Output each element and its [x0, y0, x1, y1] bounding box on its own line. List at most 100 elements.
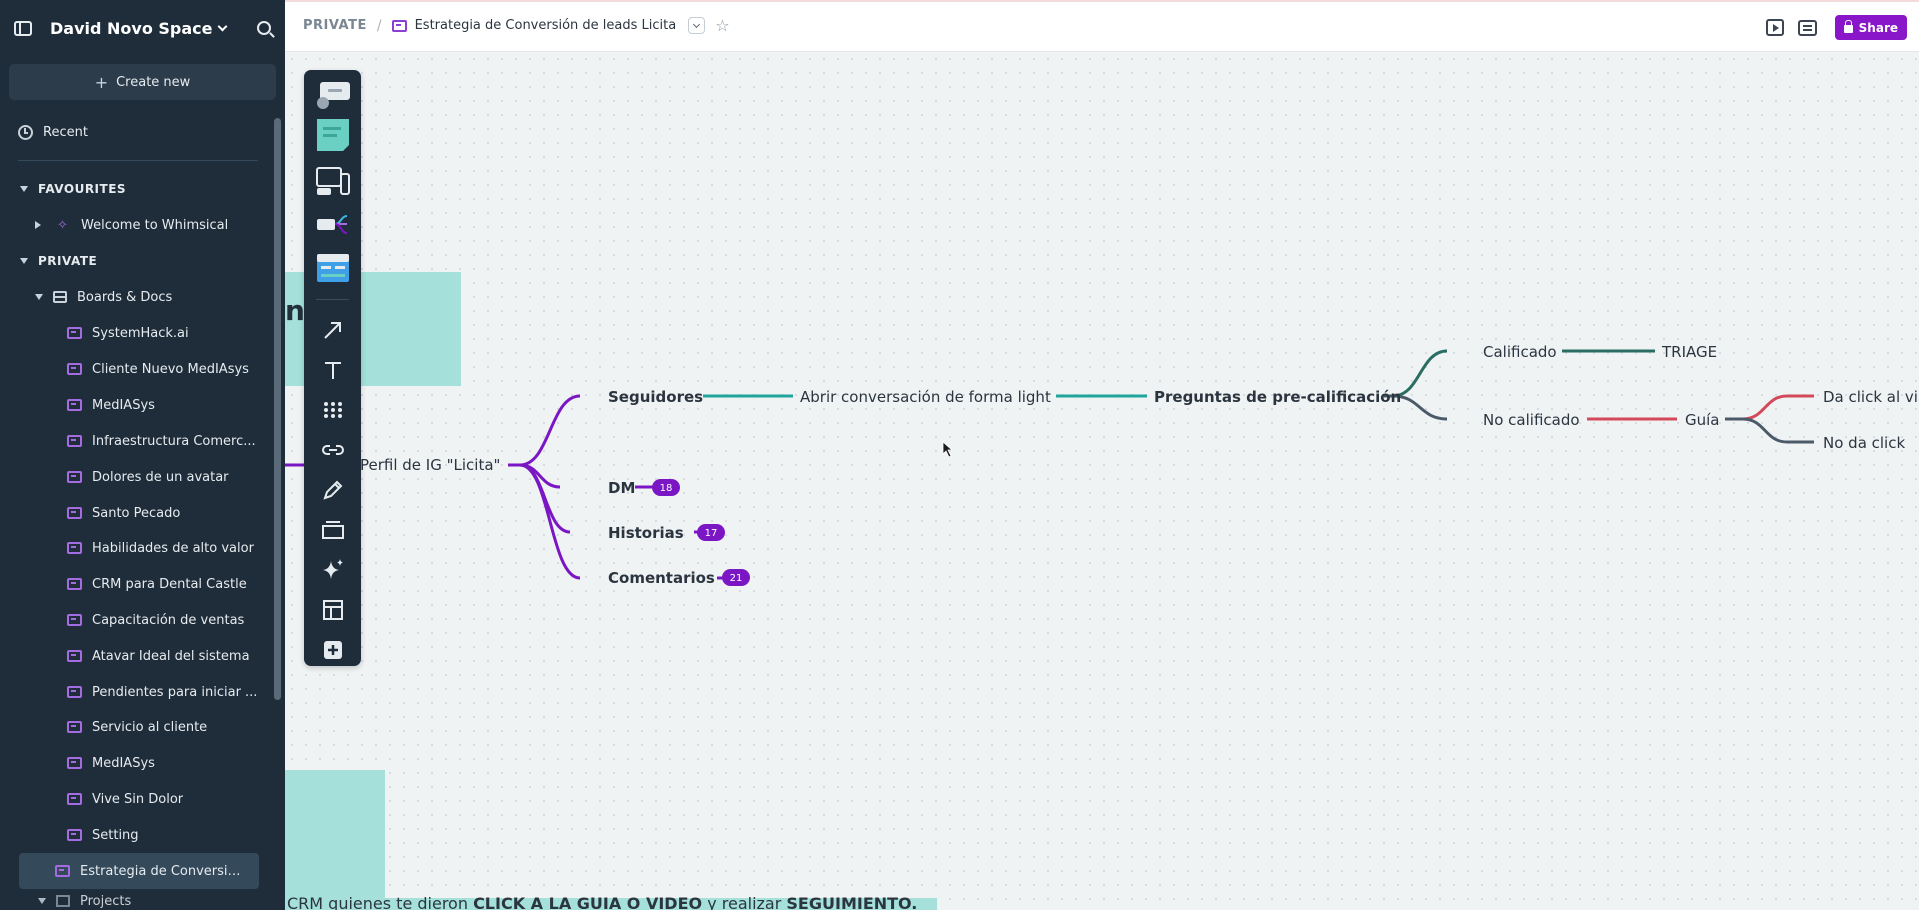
- breadcrumb-private[interactable]: PRIVATE: [303, 18, 367, 33]
- ai-tool[interactable]: [304, 552, 361, 588]
- chevron-down-icon: [217, 21, 227, 31]
- node-guia[interactable]: Guía: [1685, 411, 1720, 429]
- favourites-section-header[interactable]: FAVOURITES: [0, 171, 275, 207]
- sidebar-item-board[interactable]: Capacitación de ventas: [0, 602, 275, 638]
- board-icon: [67, 793, 82, 805]
- doc-card-tool[interactable]: [304, 250, 361, 286]
- wireframe-tool[interactable]: [304, 164, 361, 200]
- node-no-da-click[interactable]: No da click: [1823, 434, 1905, 452]
- badge-comentarios: 21: [730, 573, 743, 584]
- space-name: David Novo Space: [50, 18, 213, 38]
- sidebar-item-projects[interactable]: Projects: [0, 883, 275, 910]
- sidebar-item-board[interactable]: Santo Pecado: [0, 495, 275, 531]
- title-dropdown-button[interactable]: [688, 17, 706, 34]
- comment-card-tool[interactable]: [304, 76, 361, 112]
- arrow-icon: [323, 322, 341, 339]
- recent-label: Recent: [43, 124, 88, 140]
- grid-tool[interactable]: [304, 392, 361, 428]
- share-label: Share: [1858, 20, 1898, 35]
- link-tool[interactable]: [304, 432, 361, 468]
- sticky-note-icon: [316, 119, 349, 151]
- lock-icon: [1843, 20, 1853, 33]
- sidebar-item-board[interactable]: MedIASys: [0, 387, 275, 423]
- board-label: Infraestructura Comerc...: [92, 433, 256, 449]
- node-historias[interactable]: Historias: [608, 524, 684, 542]
- sidebar-item-welcome[interactable]: ✧ Welcome to Whimsical: [0, 207, 275, 243]
- chevron-down-icon: [693, 20, 701, 28]
- arrow-tool[interactable]: [304, 312, 361, 348]
- section-frame-icon: [321, 521, 344, 539]
- bottom-text: CRM quienes te dieron CLICK A LA GUIA O …: [287, 894, 917, 910]
- board-icon: [67, 542, 82, 554]
- pen-icon: [322, 480, 342, 500]
- board-canvas[interactable]: n CRM quienes te dieron CLICK A LA GUIA …: [285, 52, 1919, 910]
- sidebar-item-board[interactable]: Atavar Ideal del sistema: [0, 638, 275, 674]
- board-icon: [67, 614, 82, 626]
- sidebar-scrollbar[interactable]: [274, 118, 281, 700]
- share-button[interactable]: Share: [1834, 15, 1907, 40]
- sidebar-item-board[interactable]: MedIASys: [0, 745, 275, 781]
- sidebar-item-board[interactable]: Vive Sin Dolor: [0, 781, 275, 817]
- folder-stack-icon: [53, 291, 67, 303]
- caret-down-icon: [20, 186, 28, 192]
- pen-tool[interactable]: [304, 472, 361, 508]
- comment-card-icon: [316, 82, 350, 109]
- board-icon: [67, 650, 82, 662]
- create-new-button[interactable]: + Create new: [9, 64, 276, 100]
- sidebar-item-recent[interactable]: Recent: [0, 114, 275, 150]
- sidebar-item-board[interactable]: SystemHack.ai: [0, 315, 275, 351]
- node-da-click[interactable]: Da click al vi: [1823, 388, 1918, 406]
- connector: [508, 394, 581, 467]
- node-comentarios[interactable]: Comentarios: [608, 569, 715, 587]
- board-icon: [67, 578, 82, 590]
- board-icon: [67, 435, 82, 447]
- root-node[interactable]: Perfil de IG "Licita": [360, 456, 500, 474]
- board-label: MedIASys: [92, 397, 155, 413]
- breadcrumb-separator: /: [376, 17, 382, 34]
- sticky-note-tool[interactable]: [304, 117, 361, 153]
- mindmap-tool[interactable]: [304, 207, 361, 243]
- board-label: Capacitación de ventas: [92, 612, 245, 628]
- search-icon[interactable]: [257, 21, 271, 35]
- node-preguntas[interactable]: Preguntas de pre-calificación: [1154, 388, 1401, 406]
- text-tool[interactable]: [304, 352, 361, 388]
- board-label: Estrategia de Conversió...: [80, 863, 246, 879]
- node-dm[interactable]: DM: [608, 479, 635, 497]
- sidebar-item-board[interactable]: Pendientes para iniciar ...: [0, 674, 275, 710]
- node-triage[interactable]: TRIAGE: [1661, 343, 1717, 361]
- section-tool[interactable]: [304, 512, 361, 548]
- node-abrir-conversacion[interactable]: Abrir conversación de forma light: [800, 388, 1051, 406]
- node-calificado[interactable]: Calificado: [1483, 343, 1557, 361]
- table-tool[interactable]: [304, 592, 361, 628]
- sidebar-item-board[interactable]: Habilidades de alto valor: [0, 530, 275, 566]
- plus-square-icon: [323, 641, 342, 659]
- plus-icon: +: [94, 72, 109, 92]
- add-tool[interactable]: [304, 632, 361, 668]
- sticky-note[interactable]: [285, 770, 385, 910]
- favourites-label: FAVOURITES: [38, 182, 127, 196]
- sidebar-item-board[interactable]: Cliente Nuevo MedIAsys: [0, 351, 275, 387]
- board-label: Habilidades de alto valor: [92, 540, 254, 556]
- document-title[interactable]: Estrategia de Conversión de leads Licita: [415, 18, 677, 33]
- sidebar-item-board[interactable]: Dolores de un avatar: [0, 459, 275, 495]
- projects-label: Projects: [80, 893, 132, 909]
- sidebar-item-board[interactable]: Setting: [0, 817, 275, 853]
- bottom-text-part: CRM quienes te dieron: [287, 894, 473, 910]
- sticky-heading-fragment: n: [285, 294, 305, 327]
- comment-icon[interactable]: [1797, 19, 1817, 36]
- sidebar-item-board[interactable]: Servicio al cliente: [0, 709, 275, 745]
- node-no-calificado[interactable]: No calificado: [1483, 411, 1580, 429]
- sidebar-item-boards-docs[interactable]: Boards & Docs: [0, 279, 275, 315]
- node-seguidores[interactable]: Seguidores: [608, 388, 703, 406]
- doc-card-icon: [316, 254, 349, 282]
- board-label: Dolores de un avatar: [92, 469, 229, 485]
- board-icon: [391, 19, 407, 32]
- board-label: Pendientes para iniciar ...: [92, 684, 258, 700]
- star-icon[interactable]: ☆: [715, 16, 729, 35]
- sidebar-toggle-icon[interactable]: [14, 20, 32, 36]
- private-section-header[interactable]: PRIVATE: [0, 243, 275, 279]
- sidebar-item-board[interactable]: Infraestructura Comerc...: [0, 423, 275, 459]
- space-switcher[interactable]: David Novo Space: [50, 18, 227, 38]
- present-icon[interactable]: [1765, 19, 1784, 36]
- sidebar-item-board[interactable]: CRM para Dental Castle: [0, 566, 275, 602]
